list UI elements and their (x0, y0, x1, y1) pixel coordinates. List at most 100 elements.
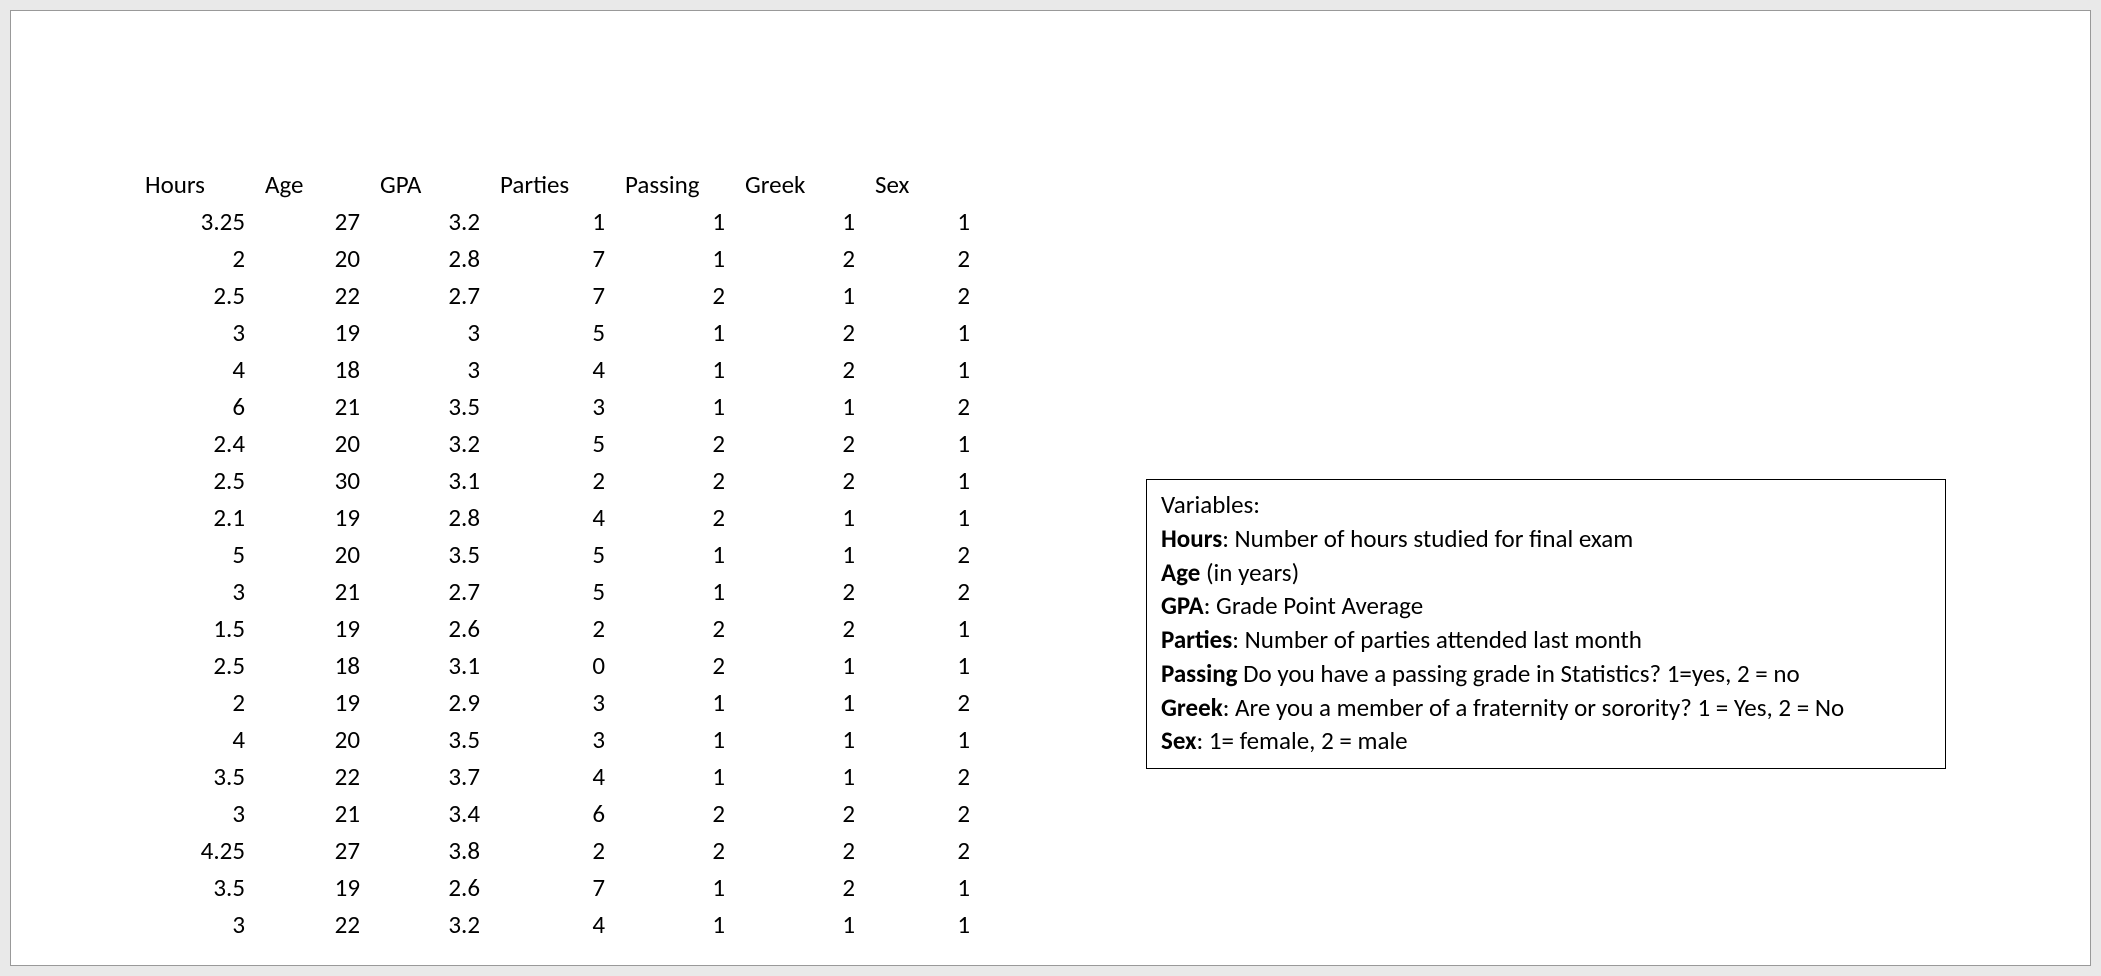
cell-hours: 2.5 (141, 462, 261, 499)
cell-gpa: 3.2 (376, 906, 496, 943)
cell-gpa: 2.8 (376, 240, 496, 277)
cell-sex: 2 (871, 573, 986, 610)
table-row: 3223.24111 (141, 906, 986, 943)
cell-parties: 0 (496, 647, 621, 684)
cell-age: 22 (261, 277, 376, 314)
cell-age: 19 (261, 314, 376, 351)
cell-passing: 1 (621, 869, 741, 906)
cell-sex: 2 (871, 758, 986, 795)
cell-hours: 1.5 (141, 610, 261, 647)
cell-age: 27 (261, 203, 376, 240)
header-age: Age (261, 166, 376, 203)
table-row: 2.1192.84211 (141, 499, 986, 536)
table-row: 5203.55112 (141, 536, 986, 573)
cell-passing: 2 (621, 462, 741, 499)
cell-hours: 3 (141, 314, 261, 351)
cell-gpa: 2.7 (376, 573, 496, 610)
table-row: 2.5303.12221 (141, 462, 986, 499)
cell-gpa: 2.7 (376, 277, 496, 314)
table-body: 3.25273.211112202.871222.5222.7721231935… (141, 203, 986, 943)
table-row: 3213.46222 (141, 795, 986, 832)
legend-greek: Greek: Are you a member of a fraternity … (1161, 691, 1931, 725)
header-sex: Sex (871, 166, 986, 203)
cell-passing: 1 (621, 906, 741, 943)
cell-age: 21 (261, 795, 376, 832)
legend-hours-t: : Number of hours studied for final exam (1222, 523, 1633, 554)
cell-gpa: 2.9 (376, 684, 496, 721)
cell-greek: 1 (741, 906, 871, 943)
cell-parties: 3 (496, 388, 621, 425)
table-row: 6213.53112 (141, 388, 986, 425)
legend-gpa: GPA: Grade Point Average (1161, 589, 1931, 623)
cell-greek: 1 (741, 684, 871, 721)
header-greek: Greek (741, 166, 871, 203)
cell-parties: 2 (496, 610, 621, 647)
table-row: 2.5183.10211 (141, 647, 986, 684)
legend-title: Variables: (1161, 488, 1931, 522)
cell-sex: 2 (871, 240, 986, 277)
cell-passing: 2 (621, 610, 741, 647)
cell-age: 30 (261, 462, 376, 499)
cell-parties: 7 (496, 240, 621, 277)
cell-sex: 1 (871, 425, 986, 462)
cell-sex: 1 (871, 869, 986, 906)
cell-parties: 7 (496, 869, 621, 906)
legend-hours: Hours: Number of hours studied for final… (1161, 522, 1931, 556)
cell-hours: 6 (141, 388, 261, 425)
cell-gpa: 2.8 (376, 499, 496, 536)
cell-hours: 3.25 (141, 203, 261, 240)
cell-hours: 2.4 (141, 425, 261, 462)
legend-sex-b: Sex (1161, 725, 1197, 756)
content: Hours Age GPA Parties Passing Greek Sex … (11, 11, 2090, 965)
legend-passing-t: Do you have a passing grade in Statistic… (1238, 658, 1800, 689)
cell-parties: 4 (496, 351, 621, 388)
cell-greek: 2 (741, 610, 871, 647)
header-gpa: GPA (376, 166, 496, 203)
cell-passing: 2 (621, 499, 741, 536)
cell-sex: 1 (871, 499, 986, 536)
legend-parties-t: : Number of parties attended last month (1232, 624, 1642, 655)
table-row: 3.5223.74112 (141, 758, 986, 795)
legend-sex-t: : 1= female, 2 = male (1197, 725, 1408, 756)
cell-parties: 4 (496, 906, 621, 943)
cell-parties: 5 (496, 573, 621, 610)
cell-age: 19 (261, 499, 376, 536)
cell-passing: 1 (621, 573, 741, 610)
header-passing: Passing (621, 166, 741, 203)
cell-hours: 2.1 (141, 499, 261, 536)
cell-gpa: 3.5 (376, 536, 496, 573)
cell-greek: 1 (741, 647, 871, 684)
cell-gpa: 2.6 (376, 869, 496, 906)
cell-parties: 1 (496, 203, 621, 240)
cell-passing: 1 (621, 203, 741, 240)
cell-passing: 1 (621, 240, 741, 277)
table-row: 2202.87122 (141, 240, 986, 277)
cell-sex: 2 (871, 684, 986, 721)
cell-hours: 2 (141, 240, 261, 277)
cell-passing: 2 (621, 832, 741, 869)
header-hours: Hours (141, 166, 261, 203)
cell-gpa: 3.1 (376, 647, 496, 684)
cell-greek: 2 (741, 832, 871, 869)
cell-hours: 2.5 (141, 277, 261, 314)
cell-gpa: 3 (376, 314, 496, 351)
cell-sex: 1 (871, 203, 986, 240)
cell-gpa: 3.2 (376, 203, 496, 240)
legend-greek-t: : Are you a member of a fraternity or so… (1223, 692, 1844, 723)
cell-greek: 2 (741, 573, 871, 610)
cell-gpa: 2.6 (376, 610, 496, 647)
legend-hours-b: Hours (1161, 523, 1222, 554)
cell-greek: 1 (741, 277, 871, 314)
legend-gpa-t: : Grade Point Average (1204, 590, 1423, 621)
header-parties: Parties (496, 166, 621, 203)
cell-age: 20 (261, 536, 376, 573)
table-row: 2.4203.25221 (141, 425, 986, 462)
cell-parties: 2 (496, 832, 621, 869)
cell-hours: 3 (141, 573, 261, 610)
cell-sex: 1 (871, 647, 986, 684)
cell-gpa: 3.1 (376, 462, 496, 499)
cell-greek: 2 (741, 351, 871, 388)
cell-hours: 3 (141, 795, 261, 832)
cell-sex: 2 (871, 388, 986, 425)
cell-sex: 1 (871, 314, 986, 351)
